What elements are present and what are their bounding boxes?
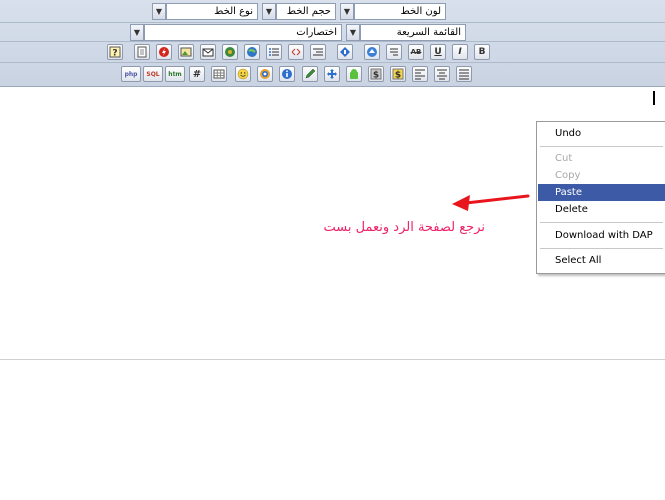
context-menu: Undo Cut Copy Paste Delete Download with… <box>536 121 665 274</box>
align-center-icon[interactable] <box>434 66 450 82</box>
php-code-button[interactable]: php <box>121 66 141 82</box>
chevron-down-icon[interactable]: ▼ <box>340 3 354 20</box>
quick-list-select[interactable]: ▼ القائمة السريعة <box>346 24 466 41</box>
link-icon[interactable] <box>364 44 380 60</box>
shortcuts-select[interactable]: ▼ اختصارات <box>130 24 342 41</box>
chevron-down-icon[interactable]: ▼ <box>262 3 276 20</box>
align-left-icon[interactable] <box>412 66 428 82</box>
email-link-icon[interactable] <box>337 44 353 60</box>
bullet-list-icon[interactable] <box>266 44 282 60</box>
shortcuts-label: اختصارات <box>144 24 342 41</box>
chevron-down-icon[interactable]: ▼ <box>152 3 166 20</box>
dollar-yellow-icon[interactable]: $ <box>390 66 406 82</box>
pencil-icon[interactable] <box>302 66 318 82</box>
toolbar-row-fonts: ▼ لون الخط ▼ حجم الخط ▼ نوع الخط <box>0 0 665 22</box>
font-color-select[interactable]: ▼ لون الخط <box>340 3 446 20</box>
android-icon[interactable] <box>346 66 362 82</box>
smiley-icon[interactable] <box>235 66 251 82</box>
web-link-icon[interactable] <box>222 44 238 60</box>
chevron-down-icon[interactable]: ▼ <box>346 24 360 41</box>
help-icon[interactable]: ? <box>107 44 123 60</box>
menu-separator <box>540 146 663 147</box>
menu-separator <box>540 222 663 223</box>
text-cursor <box>653 91 655 105</box>
hash-button[interactable]: # <box>189 66 205 82</box>
document-icon[interactable] <box>134 44 150 60</box>
editor-toolbar: ▼ لون الخط ▼ حجم الخط ▼ نوع الخط ▼ القائ… <box>0 0 665 87</box>
align-right-icon[interactable] <box>310 44 326 60</box>
menu-item-copy: Copy <box>555 170 581 181</box>
font-type-label: نوع الخط <box>166 3 258 20</box>
font-color-label: لون الخط <box>354 3 446 20</box>
html-code-label: htm <box>168 70 182 78</box>
table-icon[interactable] <box>211 66 227 82</box>
menu-item-undo[interactable]: Undo <box>538 125 665 142</box>
hash-label: # <box>192 68 202 80</box>
italic-label: I <box>458 47 462 57</box>
color-wheel-icon[interactable] <box>257 66 273 82</box>
toolbar-row-insert: $ $ # htm SQL php <box>0 63 665 85</box>
html-code-button[interactable]: htm <box>165 66 185 82</box>
justify-icon[interactable] <box>456 66 472 82</box>
move-icon[interactable] <box>324 66 340 82</box>
menu-item-select-all[interactable]: Select All <box>538 252 665 269</box>
svg-text:?: ? <box>112 49 117 59</box>
svg-text:$: $ <box>395 71 401 81</box>
underline-button[interactable]: U <box>430 44 446 60</box>
globe-icon[interactable] <box>244 44 260 60</box>
menu-item-delete[interactable]: Delete <box>538 201 665 218</box>
strikethrough-button[interactable]: AB <box>408 44 424 60</box>
bold-button[interactable]: B <box>474 44 490 60</box>
menu-item-paste[interactable]: Paste <box>538 184 665 201</box>
font-size-select[interactable]: ▼ حجم الخط <box>262 3 336 20</box>
annotation-text: نرجع لصفحة الرد ونعمل بست <box>323 220 486 235</box>
font-type-select[interactable]: ▼ نوع الخط <box>152 3 258 20</box>
rtl-direction-icon[interactable] <box>386 44 402 60</box>
sql-code-button[interactable]: SQL <box>143 66 163 82</box>
unlink-icon[interactable] <box>288 44 304 60</box>
menu-separator <box>540 248 663 249</box>
php-code-label: php <box>124 70 138 78</box>
quick-list-label: القائمة السريعة <box>360 24 466 41</box>
menu-item-cut: Cut <box>555 153 573 164</box>
dollar-gray-icon[interactable]: $ <box>368 66 384 82</box>
red-arrow-icon <box>452 194 530 211</box>
svg-text:$: $ <box>373 71 379 81</box>
chevron-down-icon[interactable]: ▼ <box>130 24 144 41</box>
email-icon[interactable] <box>200 44 216 60</box>
image-icon[interactable] <box>178 44 194 60</box>
sql-code-label: SQL <box>146 70 160 78</box>
menu-item-download-dap[interactable]: Download with DAP <box>538 227 665 244</box>
italic-button[interactable]: I <box>452 44 468 60</box>
bold-label: B <box>478 47 486 57</box>
font-size-label: حجم الخط <box>276 3 336 20</box>
toolbar-row-format: B I U AB ? <box>0 42 665 62</box>
info-icon[interactable] <box>279 66 295 82</box>
flash-icon[interactable] <box>156 44 172 60</box>
underline-label: U <box>434 47 442 57</box>
strikethrough-label: AB <box>410 48 422 56</box>
toolbar-row-lists: ▼ القائمة السريعة ▼ اختصارات <box>0 22 665 42</box>
